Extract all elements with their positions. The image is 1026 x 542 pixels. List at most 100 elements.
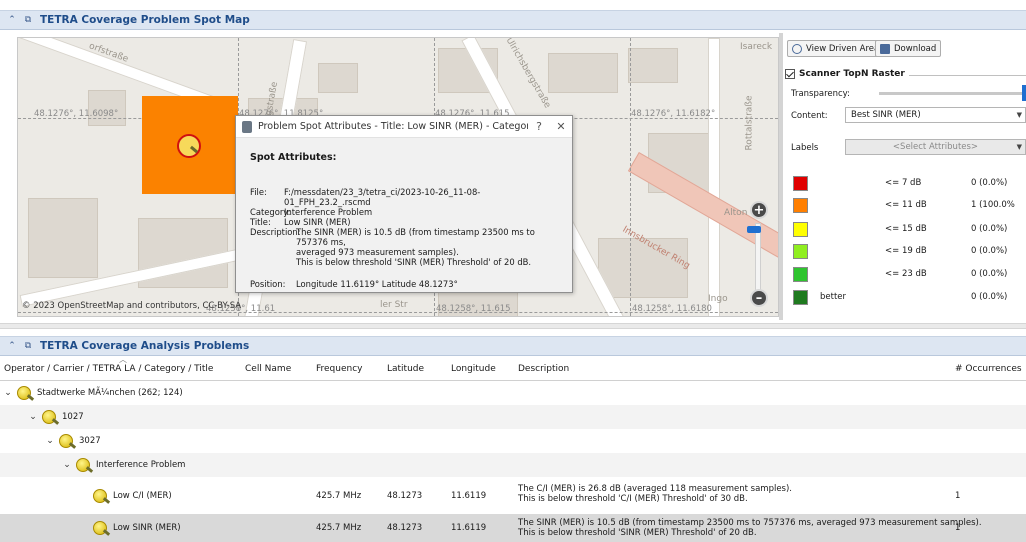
legend-swatch[interactable] — [793, 197, 808, 213]
legend-swatch[interactable] — [793, 243, 808, 259]
legend-count: 0 (0.0%) — [971, 178, 1008, 188]
search-icon — [792, 43, 802, 54]
street-label: ler Str — [380, 300, 408, 310]
scanner-raster-checkbox[interactable] — [785, 69, 795, 79]
column-header-description[interactable]: Description — [518, 364, 569, 374]
legend-swatch[interactable] — [793, 175, 808, 191]
map-building — [28, 198, 98, 278]
tree-row-category[interactable]: ⌄ Interference Problem — [0, 453, 1026, 477]
scanner-raster-title: Scanner TopN Raster — [799, 69, 905, 79]
map-building — [598, 238, 688, 298]
content-select[interactable]: Best SINR (MER) ▼ — [845, 107, 1026, 123]
close-button[interactable]: ✕ — [550, 120, 572, 133]
category-label: Interference Problem — [96, 460, 186, 470]
scanner-raster-section[interactable]: Scanner TopN Raster — [785, 69, 905, 79]
collapse-icon[interactable]: ⌃ — [6, 14, 18, 26]
tree-row-operator[interactable]: ⌄ Stadtwerke MÃ¼nchen (262; 124) — [0, 381, 1026, 405]
description-line: The SINR (MER) is 10.5 dB (from timestam… — [296, 227, 535, 247]
view-driven-area-button[interactable]: View Driven Area — [787, 40, 885, 57]
help-button[interactable]: ? — [528, 120, 550, 133]
float-panel-icon[interactable]: ⧉ — [22, 340, 34, 352]
labels-select-placeholder: <Select Attributes> — [892, 142, 979, 152]
occurrences-cell: 1 — [955, 523, 961, 533]
download-icon — [880, 43, 890, 54]
tree-row-carrier[interactable]: ⌄ 1027 — [0, 405, 1026, 429]
carrier-label: 1027 — [62, 412, 84, 422]
description-line: This is below threshold 'SINR (MER) Thre… — [296, 257, 532, 267]
download-label: Download — [894, 43, 937, 54]
description-line: This is below threshold 'C/I (MER) Thres… — [518, 494, 748, 504]
spot-attributes-heading: Spot Attributes: — [250, 152, 337, 163]
street-label: Ulrichsbergstraße — [503, 37, 553, 111]
chevron-down-icon: ▼ — [1016, 111, 1022, 119]
chevron-down-icon[interactable]: ⌄ — [28, 412, 38, 422]
latitude-cell: 48.1273 — [387, 490, 423, 501]
description-line: averaged 973 measurement samples). — [296, 247, 459, 257]
raster-controls-panel: View Driven Area Download Scanner TopN R… — [783, 33, 1026, 320]
column-header-occurrences[interactable]: # Occurrences — [955, 364, 1022, 374]
street-label: Alton — [724, 208, 748, 218]
file-label: File: — [250, 187, 267, 197]
zoom-slider-handle[interactable] — [747, 226, 761, 233]
problem-spot-icon — [93, 488, 107, 503]
legend-count: 1 (100.0% — [971, 200, 1015, 210]
column-header-cell-name[interactable]: Cell Name — [245, 364, 291, 374]
file-value: F:/messdaten/23_3/tetra_ci/2023-10-26_11… — [284, 187, 481, 207]
map-coord-label: 48.1276°, 11.6182° — [631, 109, 716, 119]
chevron-down-icon[interactable]: ⌄ — [45, 436, 55, 446]
map-coord-label: 48.1258°, 11.6180 — [632, 304, 712, 314]
collapse-icon[interactable]: ⌃ — [6, 340, 18, 352]
zoom-out-button[interactable]: – — [750, 289, 768, 307]
map-coord-label: 48.1258°, 11.615 — [436, 304, 511, 314]
legend-swatch[interactable] — [793, 266, 808, 282]
chevron-down-icon[interactable]: ⌄ — [62, 460, 72, 470]
transparency-slider-thumb[interactable] — [1022, 85, 1026, 101]
occurrences-cell: 1 — [955, 490, 961, 501]
labels-select[interactable]: <Select Attributes> ▼ — [845, 139, 1026, 155]
transparency-slider[interactable] — [879, 92, 1026, 95]
street-label: Ingo — [708, 294, 728, 304]
chevron-down-icon: ▼ — [1016, 143, 1022, 151]
table-row-selected[interactable]: Low SINR (MER) 425.7 MHz 48.1273 11.6119… — [0, 514, 1026, 542]
legend-threshold: <= 15 dB — [885, 224, 927, 234]
content-label: Content: — [791, 111, 828, 121]
description-line: The C/I (MER) is 26.8 dB (averaged 118 m… — [518, 484, 793, 494]
legend-row: <= 7 dB 0 (0.0%) — [783, 175, 1026, 191]
spot-attributes-dialog: Problem Spot Attributes - Title: Low SIN… — [235, 115, 573, 293]
map-building — [548, 53, 618, 93]
dialog-title: Problem Spot Attributes - Title: Low SIN… — [258, 121, 528, 132]
title-label: Title: — [250, 217, 271, 227]
legend-threshold: <= 19 dB — [885, 246, 927, 256]
column-header-longitude[interactable]: Longitude — [451, 364, 496, 374]
table-row[interactable]: Low C/I (MER) 425.7 MHz 48.1273 11.6119 … — [0, 477, 1026, 514]
la-label: 3027 — [79, 436, 101, 446]
legend-count: 0 (0.0%) — [971, 292, 1008, 302]
content-select-value: Best SINR (MER) — [851, 110, 921, 120]
column-header-latitude[interactable]: Latitude — [387, 364, 424, 374]
column-header-frequency[interactable]: Frequency — [316, 364, 363, 374]
position-label: Position: — [250, 279, 286, 289]
chevron-down-icon[interactable]: ⌄ — [3, 388, 13, 398]
horizontal-splitter[interactable] — [0, 323, 1026, 329]
download-button[interactable]: Download — [875, 40, 942, 57]
description-cell: The C/I (MER) is 26.8 dB (averaged 118 m… — [518, 484, 792, 504]
legend-swatch[interactable] — [793, 289, 808, 305]
map-coord-label: 48.1276°, 11.6098° — [34, 109, 119, 119]
zoom-in-button[interactable]: + — [750, 201, 768, 219]
problem-spot-icon — [42, 410, 56, 424]
column-header-tree[interactable]: Operator / Carrier / TETRA LA / Category… — [4, 364, 213, 374]
map-attribution: © 2023 OpenStreetMap and contributors, C… — [22, 301, 242, 311]
view-driven-area-label: View Driven Area — [806, 43, 880, 54]
legend-row: <= 11 dB 1 (100.0% — [783, 197, 1026, 213]
float-panel-icon[interactable]: ⧉ — [22, 14, 34, 26]
description-line: This is below threshold 'SINR (MER) Thre… — [518, 528, 757, 538]
legend-threshold: <= 11 dB — [885, 200, 927, 210]
map-panel-title: TETRA Coverage Problem Spot Map — [40, 14, 250, 26]
problem-spot-marker-icon[interactable] — [177, 134, 201, 158]
legend-swatch[interactable] — [793, 221, 808, 237]
problems-panel-header: ⌃ ⧉ TETRA Coverage Analysis Problems — [0, 336, 1026, 356]
zoom-slider-track[interactable] — [755, 223, 761, 296]
tree-row-la[interactable]: ⌄ 3027 — [0, 429, 1026, 453]
dialog-titlebar[interactable]: Problem Spot Attributes - Title: Low SIN… — [236, 116, 572, 138]
legend-row: <= 15 dB 0 (0.0%) — [783, 221, 1026, 237]
